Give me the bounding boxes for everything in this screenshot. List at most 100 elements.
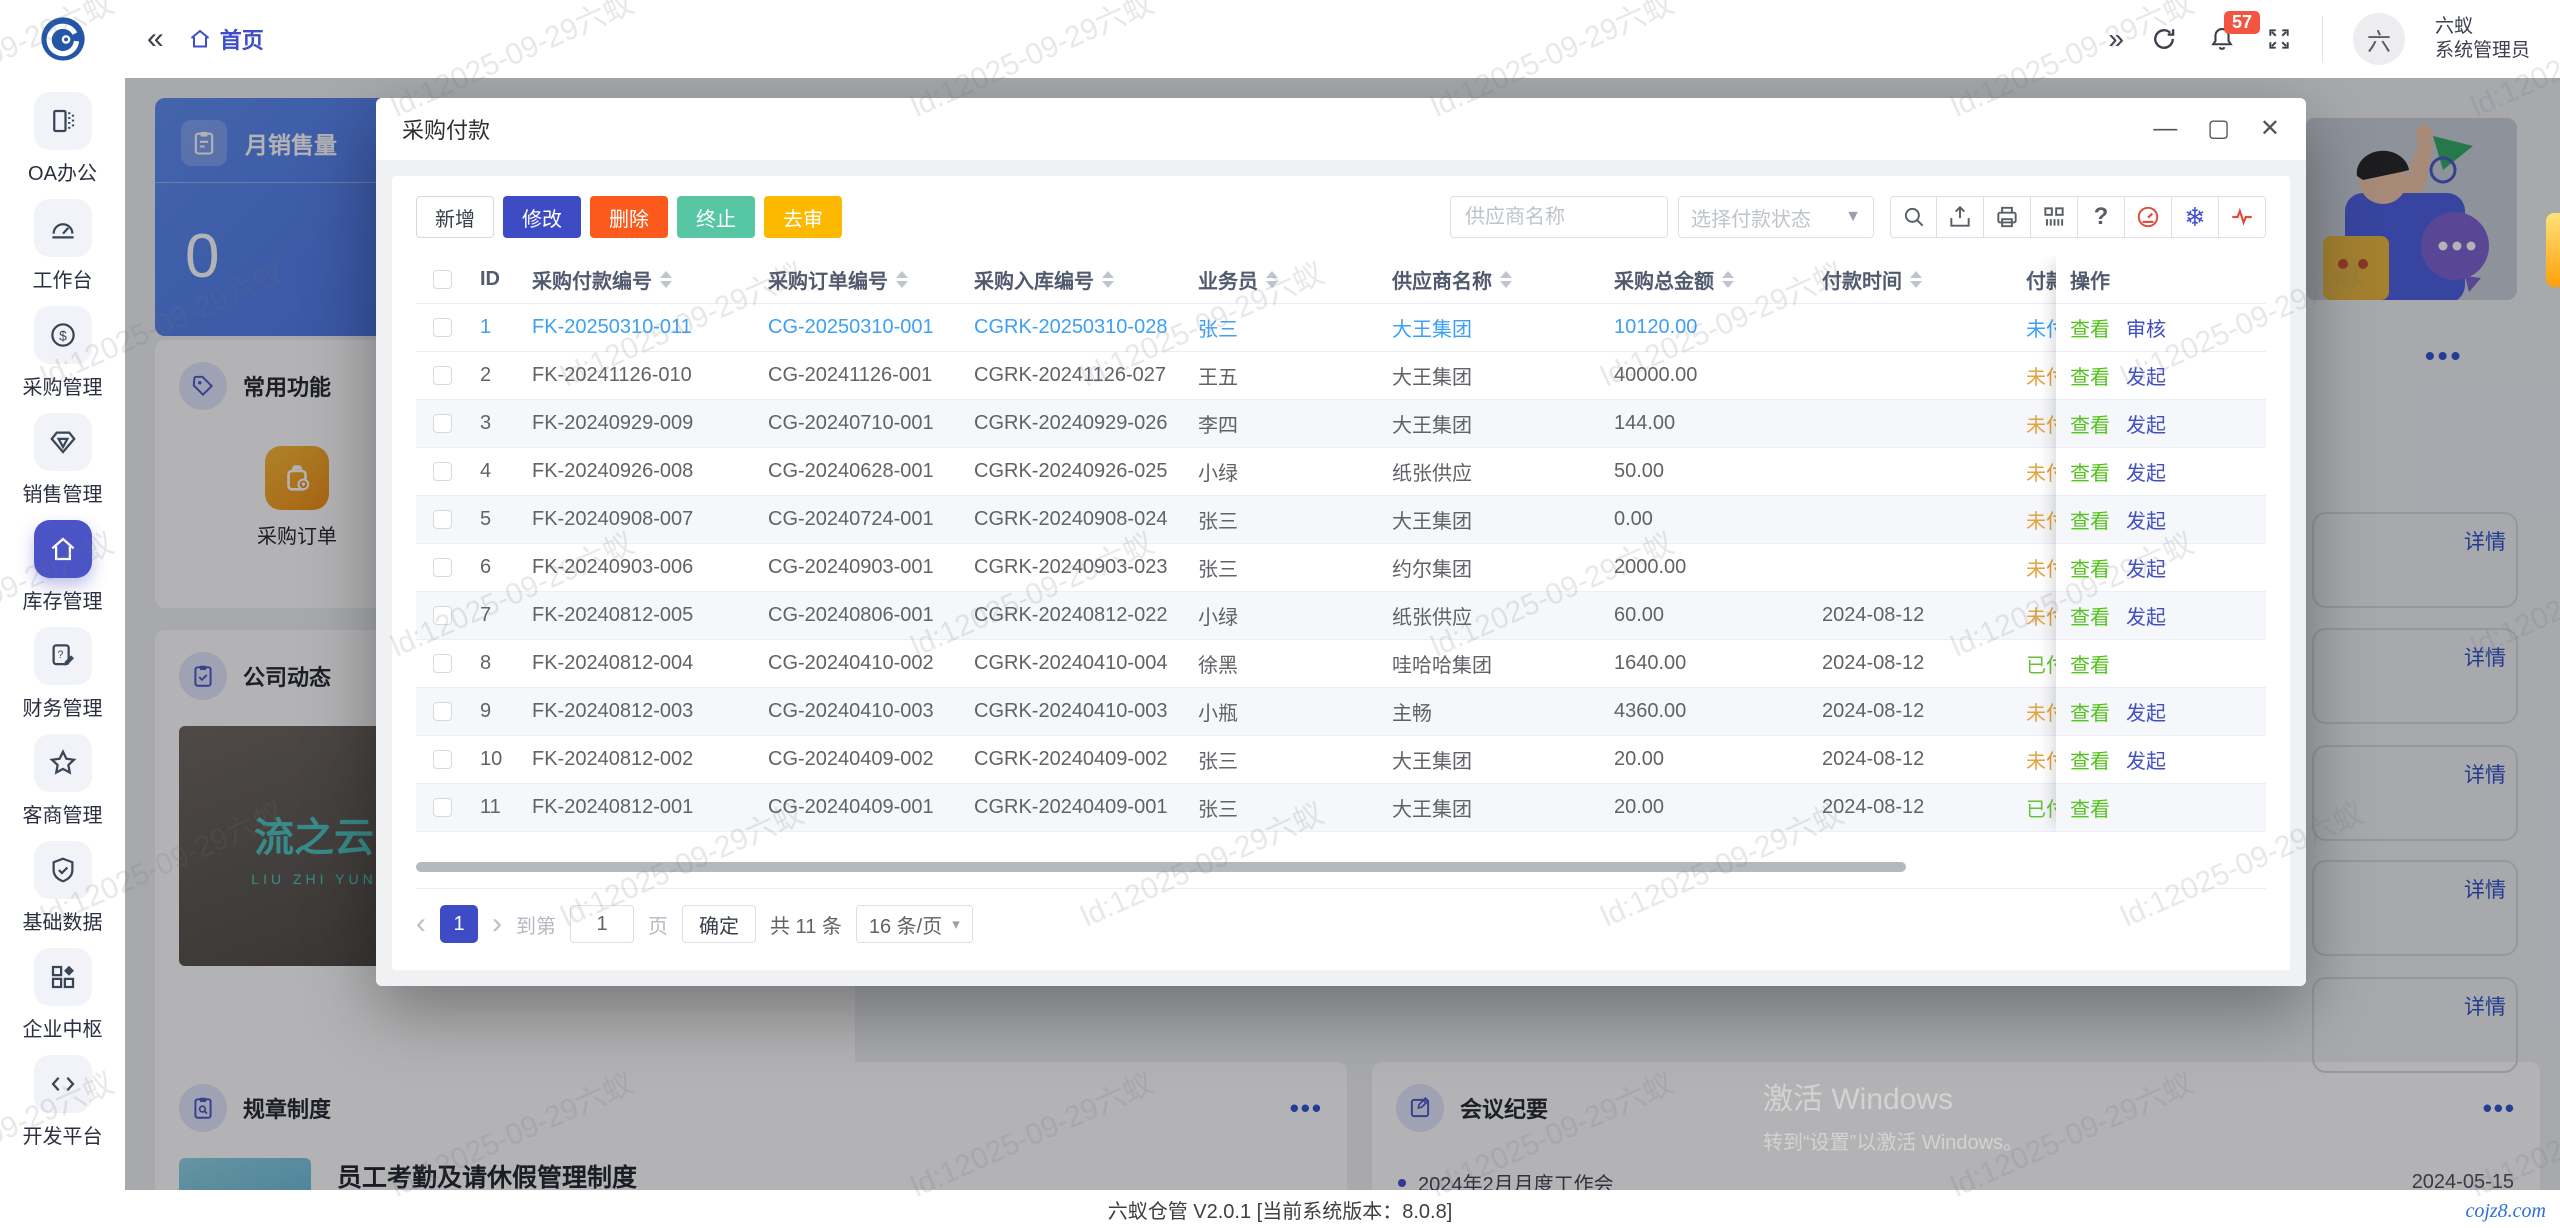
sidebar-item-8[interactable]: 基础数据 (23, 841, 103, 935)
action-row-6: 查看 发起 (2056, 544, 2266, 592)
export-icon[interactable] (1937, 196, 1984, 238)
view-link[interactable]: 查看 (2070, 409, 2110, 438)
view-link[interactable]: 查看 (2070, 361, 2110, 390)
sidebar-item-10[interactable]: 开发平台 (23, 1055, 103, 1149)
sidebar-item-6[interactable]: ? 财务管理 (23, 627, 103, 721)
sidebar-item-3[interactable]: $ 采购管理 (23, 306, 103, 400)
payment-status-select[interactable]: 选择付款状态 ▼ (1678, 196, 1874, 238)
goto-page-input[interactable] (570, 905, 634, 943)
view-link[interactable]: 查看 (2070, 553, 2110, 582)
row-checkbox[interactable] (432, 558, 452, 577)
initiate-link[interactable]: 发起 (2126, 361, 2166, 390)
sidebar-item-1[interactable]: OA办公 (28, 92, 97, 186)
initiate-link[interactable]: 发起 (2126, 697, 2166, 726)
sidebar-item-9[interactable]: 企业中枢 (23, 948, 103, 1042)
initiate-link[interactable]: 发起 (2126, 409, 2166, 438)
table-row-8: 8 FK-20240812-004 CG-20240410-002 CGRK-2024… (416, 640, 2266, 688)
maximize-button[interactable]: ▢ (2207, 117, 2230, 141)
sidebar-item-5[interactable]: 库存管理 (23, 520, 103, 614)
freeze-icon[interactable]: ❄ (2172, 196, 2219, 238)
view-link[interactable]: 查看 (2070, 745, 2110, 774)
search-icon[interactable] (1890, 196, 1937, 238)
site-link[interactable]: cojz8.com (2465, 1200, 2546, 1223)
toolbar-button-1[interactable]: 新增 (416, 196, 494, 238)
column-header-rk[interactable]: 采购入库编号 (962, 265, 1186, 294)
column-header-sup[interactable]: 供应商名称 (1380, 265, 1602, 294)
fullscreen-icon[interactable] (2266, 26, 2292, 52)
cell-rk[interactable]: CGRK-20250310-028 (962, 316, 1186, 339)
supplier-name-input[interactable] (1450, 196, 1668, 238)
page-size-select[interactable]: 16 条/页 ▾ (855, 905, 973, 943)
sidebar-item-7[interactable]: 客商管理 (23, 734, 103, 828)
column-header-fk[interactable]: 采购付款编号 (520, 265, 756, 294)
row-checkbox[interactable] (432, 654, 452, 673)
initiate-link[interactable]: 发起 (2126, 457, 2166, 486)
row-checkbox[interactable] (432, 702, 452, 721)
toolbar-button-5[interactable]: 去审 (764, 196, 842, 238)
minimize-button[interactable]: — (2153, 117, 2177, 141)
monitor-icon[interactable] (2125, 196, 2172, 238)
sidebar-item-2[interactable]: 工作台 (33, 199, 93, 293)
column-header-amt[interactable]: 采购总金额 (1602, 265, 1810, 294)
initiate-link[interactable]: 发起 (2126, 505, 2166, 534)
current-page-button[interactable]: 1 (440, 905, 478, 943)
row-checkbox[interactable] (432, 366, 452, 385)
row-checkbox[interactable] (432, 510, 452, 529)
layout-icon[interactable] (2031, 196, 2078, 238)
view-link[interactable]: 查看 (2070, 649, 2110, 678)
initiate-link[interactable]: 发起 (2126, 553, 2166, 582)
user-info[interactable]: 六蚁 系统管理员 (2435, 15, 2530, 63)
oa-icon (33, 92, 92, 150)
cell-amt: 20.00 (1614, 748, 1665, 770)
row-checkbox[interactable] (432, 798, 452, 817)
view-link[interactable]: 查看 (2070, 505, 2110, 534)
row-checkbox[interactable] (432, 462, 452, 481)
view-link[interactable]: 查看 (2070, 601, 2110, 630)
horizontal-scrollbar[interactable] (416, 862, 1906, 872)
view-link[interactable]: 查看 (2070, 697, 2110, 726)
breadcrumb[interactable]: 首页 (188, 23, 264, 55)
confirm-page-button[interactable]: 确定 (682, 905, 756, 943)
refresh-icon[interactable] (2150, 25, 2178, 53)
sort-icon[interactable] (1722, 271, 1734, 288)
view-link[interactable]: 查看 (2070, 313, 2110, 342)
cell-sales: 李四 (1198, 415, 1238, 437)
sort-icon[interactable] (660, 271, 672, 288)
next-page-button[interactable]: › (492, 909, 502, 939)
column-header-sales[interactable]: 业务员 (1186, 265, 1380, 294)
sidebar-item-4[interactable]: 销售管理 (23, 413, 103, 507)
avatar[interactable]: 六 (2352, 13, 2405, 65)
sort-icon[interactable] (896, 271, 908, 288)
cell-fk: FK-20240812-003 (532, 700, 694, 722)
initiate-link[interactable]: 发起 (2126, 745, 2166, 774)
pulse-icon[interactable] (2219, 196, 2266, 238)
cell-cg[interactable]: CG-20250310-001 (756, 316, 962, 339)
notifications-button[interactable]: 57 (2208, 11, 2261, 53)
view-link[interactable]: 查看 (2070, 457, 2110, 486)
row-checkbox[interactable] (432, 318, 452, 337)
sidebar-collapse-button[interactable]: « (147, 22, 164, 56)
print-icon[interactable] (1984, 196, 2031, 238)
sort-icon[interactable] (1910, 271, 1922, 288)
close-button[interactable]: ✕ (2260, 117, 2280, 141)
sort-icon[interactable] (1102, 271, 1114, 288)
help-icon[interactable]: ? (2078, 196, 2125, 238)
sort-icon[interactable] (1500, 271, 1512, 288)
prev-page-button[interactable]: ‹ (416, 909, 426, 939)
audit-link[interactable]: 审核 (2126, 313, 2166, 342)
select-all-checkbox[interactable] (432, 270, 452, 289)
row-checkbox[interactable] (432, 606, 452, 625)
toolbar-button-2[interactable]: 修改 (503, 196, 581, 238)
row-checkbox[interactable] (432, 750, 452, 769)
floating-widget[interactable] (2546, 213, 2560, 287)
column-header-time[interactable]: 付款时间 (1810, 265, 2014, 294)
cell-fk[interactable]: FK-20250310-011 (520, 316, 756, 339)
toolbar-button-4[interactable]: 终止 (677, 196, 755, 238)
column-header-cg[interactable]: 采购订单编号 (756, 265, 962, 294)
row-checkbox[interactable] (432, 414, 452, 433)
sort-icon[interactable] (1266, 271, 1278, 288)
toolbar-button-3[interactable]: 删除 (590, 196, 668, 238)
view-link[interactable]: 查看 (2070, 793, 2110, 822)
initiate-link[interactable]: 发起 (2126, 601, 2166, 630)
expand-tabs-icon[interactable]: » (2108, 23, 2123, 55)
